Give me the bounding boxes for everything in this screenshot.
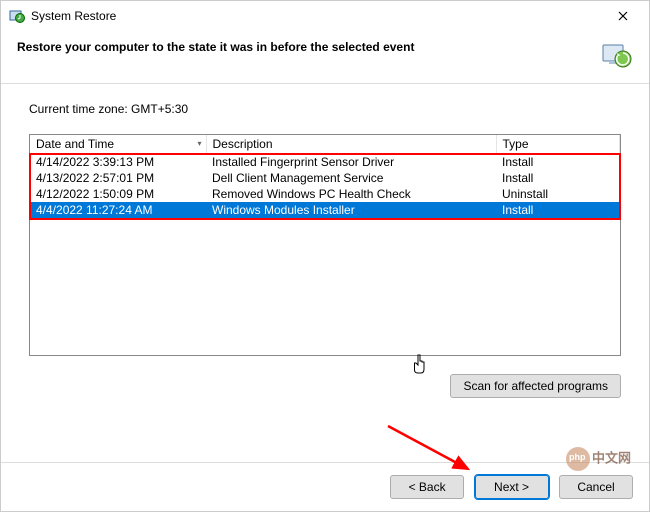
- column-header-type[interactable]: Type: [496, 135, 620, 154]
- close-icon: [618, 11, 628, 21]
- table-row-empty: [30, 248, 620, 263]
- restore-points-table[interactable]: Date and Time▾ Description Type 4/14/202…: [29, 134, 621, 356]
- restore-icon: [9, 8, 25, 24]
- table-row-empty: [30, 323, 620, 338]
- back-button[interactable]: < Back: [390, 475, 464, 499]
- cell-type: Install: [496, 170, 620, 186]
- table-row-empty: [30, 263, 620, 278]
- wizard-footer: < Back Next > Cancel: [1, 462, 649, 511]
- cell-date: 4/14/2022 3:39:13 PM: [30, 154, 206, 171]
- content-area: Current time zone: GMT+5:30 Date and Tim…: [1, 84, 649, 364]
- table-row-empty: [30, 293, 620, 308]
- titlebar: System Restore: [1, 1, 649, 31]
- sort-descending-icon: ▾: [197, 139, 201, 148]
- timezone-label: Current time zone: GMT+5:30: [29, 102, 621, 116]
- cell-type: Install: [496, 154, 620, 171]
- table-row-empty: [30, 218, 620, 233]
- close-button[interactable]: [605, 2, 641, 30]
- cancel-button[interactable]: Cancel: [559, 475, 633, 499]
- table-row-empty: [30, 233, 620, 248]
- system-restore-window: System Restore Restore your computer to …: [0, 0, 650, 512]
- table-row-empty: [30, 338, 620, 353]
- scan-affected-button[interactable]: Scan for affected programs: [450, 374, 621, 398]
- column-header-date[interactable]: Date and Time▾: [30, 135, 206, 154]
- window-title: System Restore: [31, 9, 605, 23]
- cell-date: 4/12/2022 1:50:09 PM: [30, 186, 206, 202]
- table-row[interactable]: 4/12/2022 1:50:09 PMRemoved Windows PC H…: [30, 186, 620, 202]
- cell-desc: Installed Fingerprint Sensor Driver: [206, 154, 496, 171]
- table-header-row[interactable]: Date and Time▾ Description Type: [30, 135, 620, 154]
- header: Restore your computer to the state it wa…: [1, 31, 649, 84]
- next-button[interactable]: Next >: [475, 475, 549, 499]
- scan-row: Scan for affected programs: [1, 364, 649, 404]
- table-row-empty: [30, 308, 620, 323]
- restore-large-icon: [601, 39, 633, 71]
- table-row[interactable]: 4/4/2022 11:27:24 AMWindows Modules Inst…: [30, 202, 620, 218]
- cell-desc: Dell Client Management Service: [206, 170, 496, 186]
- cell-type: Install: [496, 202, 620, 218]
- table-row-empty: [30, 278, 620, 293]
- table-row[interactable]: 4/14/2022 3:39:13 PMInstalled Fingerprin…: [30, 154, 620, 171]
- cell-date: 4/13/2022 2:57:01 PM: [30, 170, 206, 186]
- cell-desc: Removed Windows PC Health Check: [206, 186, 496, 202]
- header-heading: Restore your computer to the state it wa…: [17, 39, 593, 56]
- cell-type: Uninstall: [496, 186, 620, 202]
- table-row[interactable]: 4/13/2022 2:57:01 PMDell Client Manageme…: [30, 170, 620, 186]
- column-header-description[interactable]: Description: [206, 135, 496, 154]
- cell-date: 4/4/2022 11:27:24 AM: [30, 202, 206, 218]
- cell-desc: Windows Modules Installer: [206, 202, 496, 218]
